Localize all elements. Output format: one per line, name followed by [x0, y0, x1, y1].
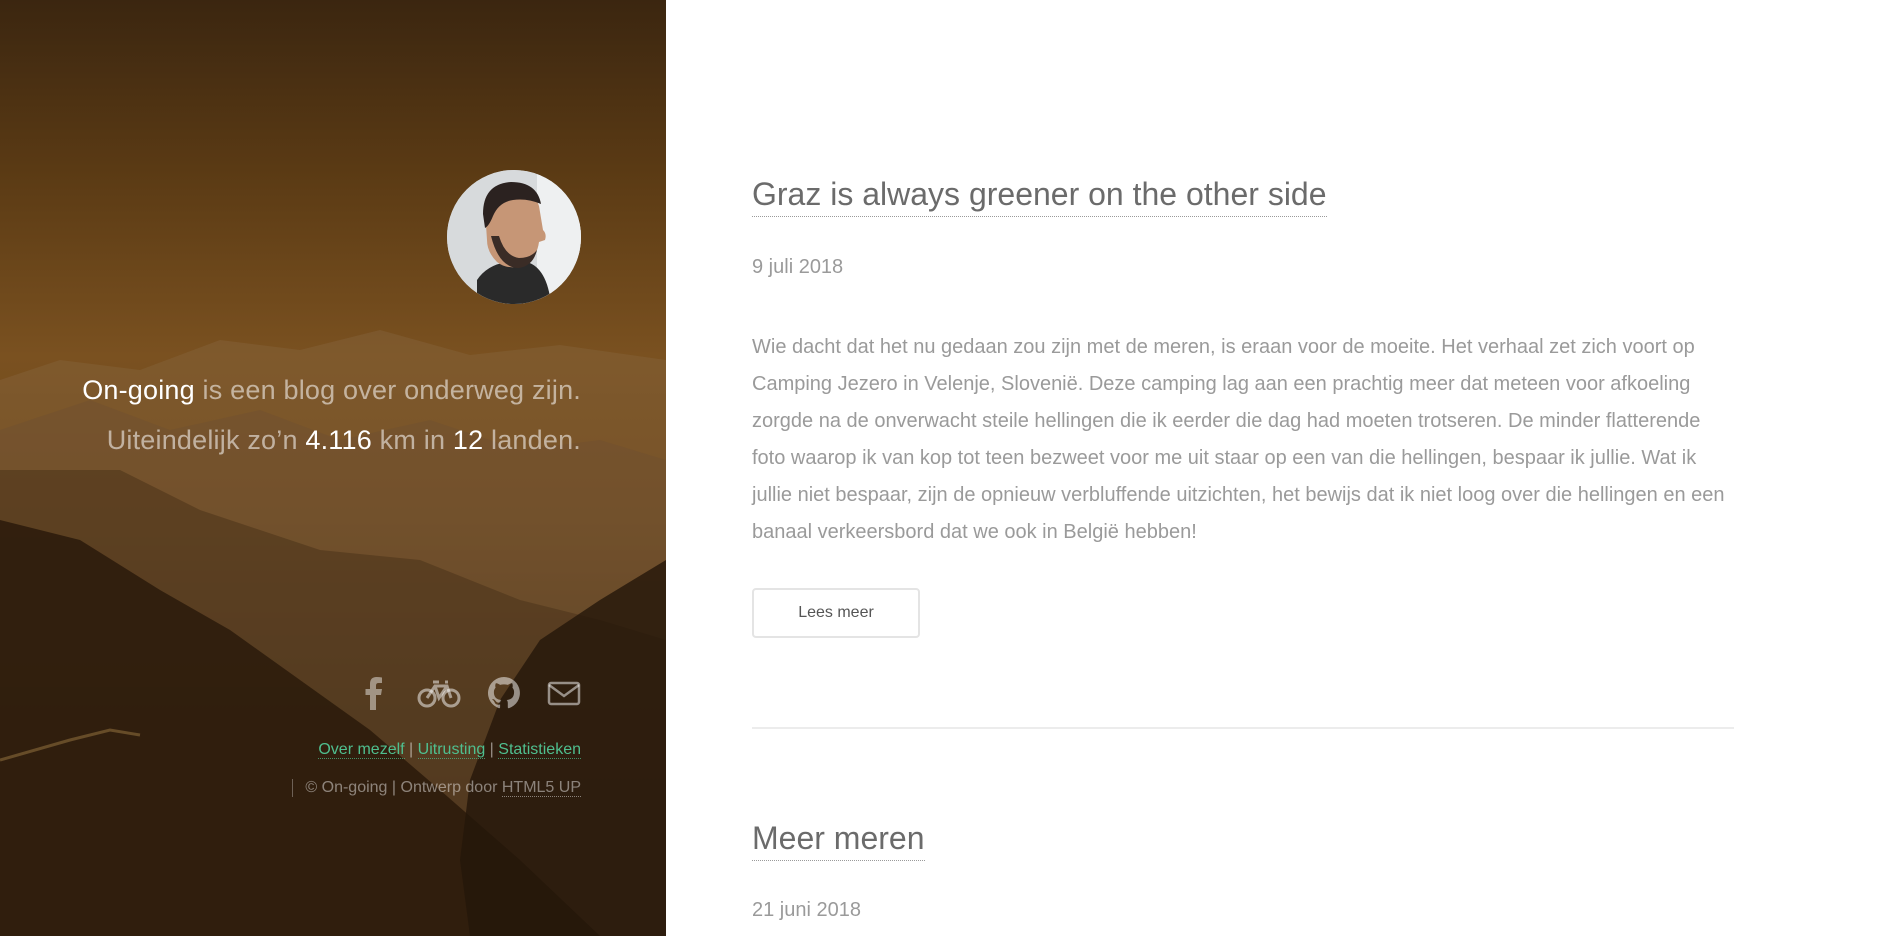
sidebar: On-going is een blog over onderweg zijn.… — [0, 0, 666, 936]
link-separator: | — [485, 741, 499, 758]
footer-links: Over mezelf | Uitrusting | Statistieken — [318, 741, 581, 759]
post-list: Graz is always greener on the other side… — [752, 0, 1734, 936]
copyright-text: © On-going | Ontwerp door — [305, 779, 502, 796]
post-date: 21 juni 2018 — [752, 899, 861, 921]
blog-intro: On-going is een blog over onderweg zijn.… — [21, 365, 581, 465]
km-count: 4.116 — [305, 425, 372, 455]
social-links — [357, 676, 581, 710]
link-separator: | — [404, 741, 418, 758]
intro-line1: is een blog over onderweg zijn. — [194, 375, 581, 405]
link-about-me[interactable]: Over mezelf — [318, 741, 405, 759]
country-count: 12 — [452, 425, 484, 455]
post-title-link[interactable]: Meer meren — [752, 818, 925, 861]
intro-line2-start: Uiteindelijk zo’n — [106, 425, 306, 455]
post-divider — [752, 727, 1734, 729]
intro-line2-mid: km in — [371, 425, 453, 455]
bicycle-icon[interactable] — [417, 676, 461, 710]
post-excerpt: Wie dacht dat het nu gedaan zou zijn met… — [752, 336, 1725, 543]
author-avatar — [447, 170, 581, 304]
read-more-button[interactable]: Lees meer — [752, 588, 920, 638]
post-date: 9 juli 2018 — [752, 256, 844, 278]
github-icon[interactable] — [487, 676, 521, 710]
facebook-icon[interactable] — [357, 676, 391, 710]
copyright: © On-going | Ontwerp door HTML5 UP — [292, 779, 581, 797]
intro-line2-end: landen. — [483, 425, 581, 455]
link-gear[interactable]: Uitrusting — [417, 741, 486, 759]
design-credit-link[interactable]: HTML5 UP — [501, 779, 581, 797]
blog-name: On-going — [82, 375, 195, 405]
post-title-link[interactable]: Graz is always greener on the other side — [752, 174, 1327, 217]
envelope-icon[interactable] — [547, 676, 581, 710]
link-statistics[interactable]: Statistieken — [498, 741, 581, 759]
